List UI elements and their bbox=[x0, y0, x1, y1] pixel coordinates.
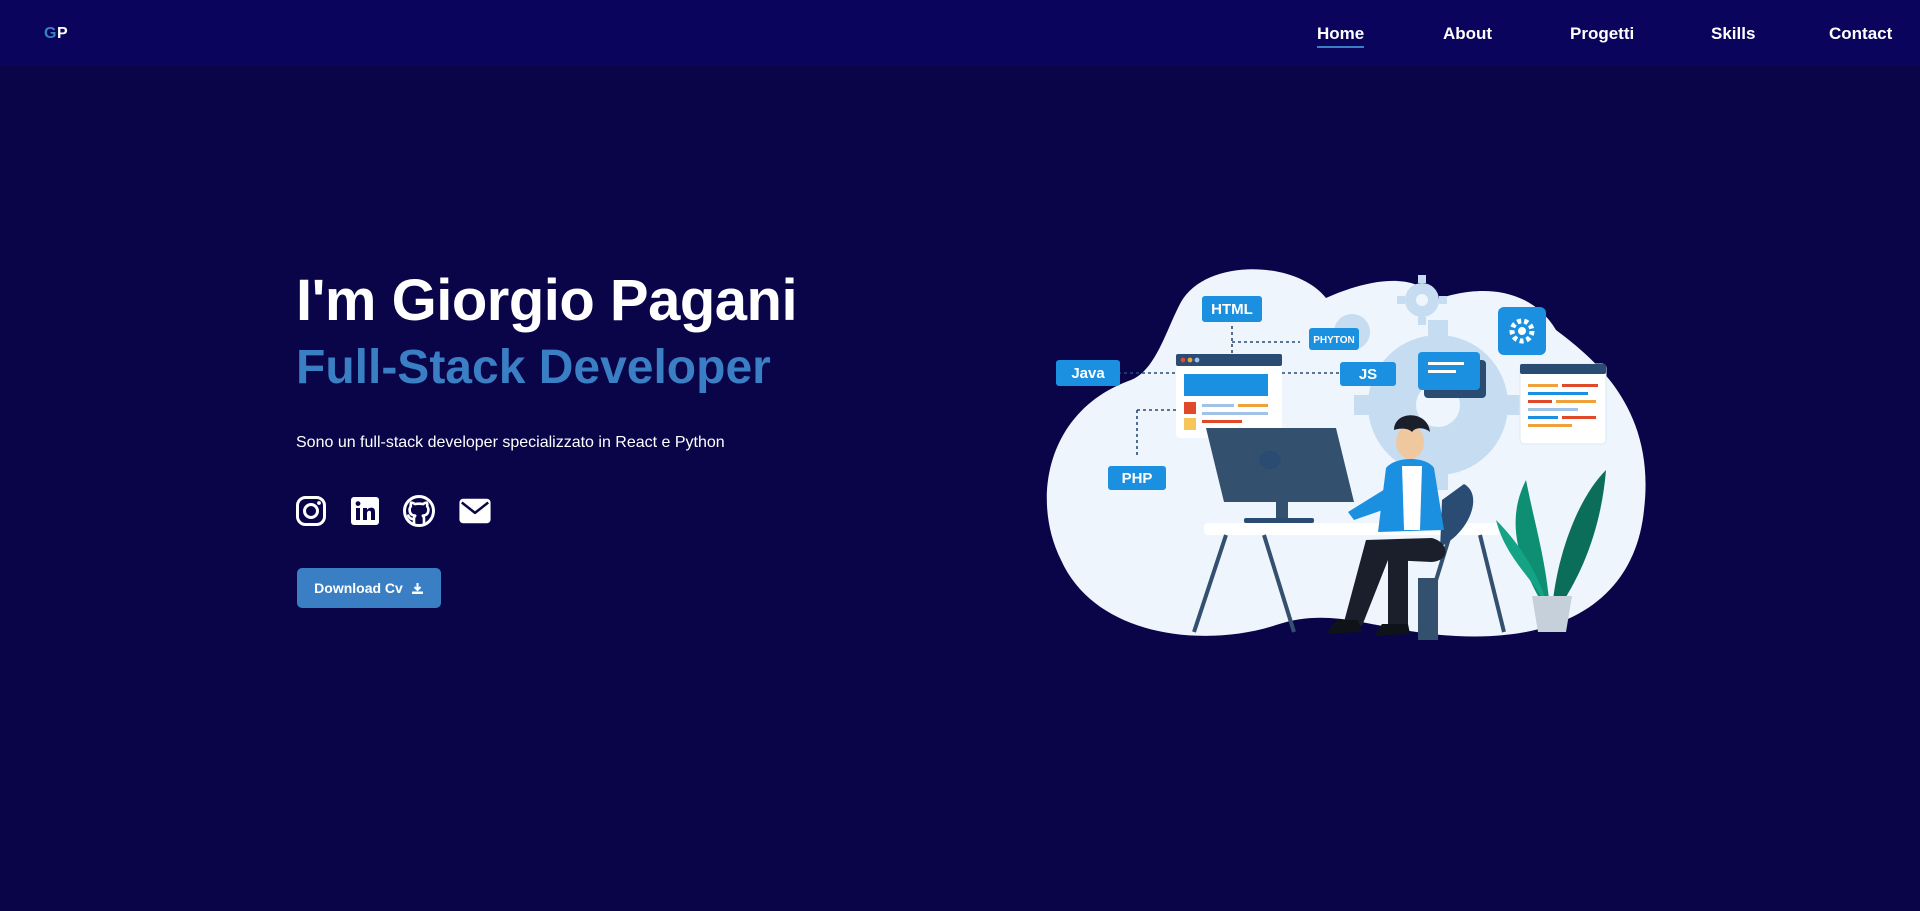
svg-text:PHYTON: PHYTON bbox=[1313, 335, 1355, 346]
tag-java: Java bbox=[1056, 360, 1120, 386]
browser-window bbox=[1176, 354, 1282, 438]
hero-description: Sono un full-stack developer specializza… bbox=[296, 434, 725, 451]
tag-php: PHP bbox=[1108, 466, 1166, 490]
svg-text:PHP: PHP bbox=[1122, 470, 1153, 487]
nav-link-skills[interactable]: Skills bbox=[1711, 24, 1755, 44]
nav-link-progetti[interactable]: Progetti bbox=[1570, 24, 1634, 44]
download-cv-label: Download Cv bbox=[314, 580, 403, 596]
mail-icon[interactable] bbox=[458, 493, 492, 529]
nav-link-contact[interactable]: Contact bbox=[1829, 24, 1892, 44]
chat-bubble-icon bbox=[1418, 352, 1486, 398]
nav-links: Home About Progetti Skills Contact bbox=[0, 0, 1920, 66]
github-icon[interactable] bbox=[402, 493, 436, 529]
nav-link-about[interactable]: About bbox=[1443, 24, 1492, 44]
svg-text:Java: Java bbox=[1071, 365, 1105, 382]
tag-phyton: PHYTON bbox=[1309, 328, 1359, 350]
svg-text:JS: JS bbox=[1359, 366, 1377, 383]
download-cv-button[interactable]: Download Cv bbox=[297, 568, 441, 608]
svg-text:HTML: HTML bbox=[1211, 301, 1253, 318]
tag-html: HTML bbox=[1202, 296, 1262, 322]
social-links bbox=[294, 493, 514, 529]
hero-title: I'm Giorgio Pagani bbox=[296, 268, 798, 333]
developer-illustration: HTML PHYTON Java JS PHP bbox=[1046, 269, 1646, 640]
code-window bbox=[1519, 363, 1607, 445]
hero-subtitle: Full-Stack Developer bbox=[296, 341, 771, 394]
download-icon bbox=[411, 582, 423, 594]
nav-link-home[interactable]: Home bbox=[1317, 24, 1365, 48]
tag-js: JS bbox=[1340, 362, 1396, 386]
linkedin-icon[interactable] bbox=[348, 493, 382, 529]
navbar: GP Home About Progetti Skills Contact bbox=[0, 0, 1920, 66]
instagram-icon[interactable] bbox=[294, 493, 328, 529]
